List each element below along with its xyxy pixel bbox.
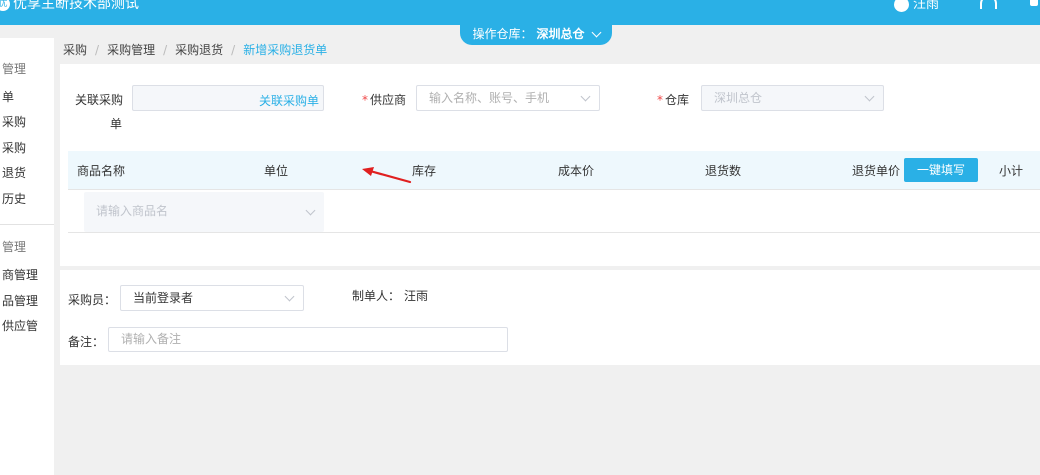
- warehouse-select-value: 深圳总仓: [714, 91, 763, 105]
- red-arrow-icon: [362, 167, 412, 184]
- warehouse-label: * 仓库: [657, 93, 690, 107]
- fill-all-button[interactable]: 一键填写: [904, 158, 978, 182]
- warehouse-selector-value: 深圳总仓: [536, 27, 585, 41]
- footer-panel: 采购员： 当前登录者 制单人： 汪雨 备注： 请输入备注: [60, 270, 1040, 365]
- user-avatar-icon: [894, 0, 909, 12]
- form-panel: 关联采购 单 关联采购单 * 供应商 输入名称、账号、手机 * 仓库 深圳总仓 商品…: [60, 64, 1040, 266]
- supplier-placeholder: 输入名称、账号、手机: [429, 91, 550, 105]
- related-order-field[interactable]: 关联采购单: [132, 85, 324, 111]
- brand-name: 优享主断技术部测试: [13, 0, 139, 12]
- buyer-select[interactable]: 当前登录者: [120, 285, 304, 311]
- sidebar-item[interactable]: 供应管: [2, 317, 38, 334]
- sidebar-item[interactable]: 单: [2, 88, 14, 105]
- note-input[interactable]: 请输入备注: [108, 327, 508, 352]
- warehouse-selector-label: 操作仓库：: [472, 27, 533, 41]
- sidebar-group-label: 管理: [2, 62, 27, 76]
- chevron-down-icon: [305, 205, 316, 216]
- sidebar-item[interactable]: 退货: [2, 164, 26, 181]
- top-bar: 优优享主断技术部测试 汪雨: [0, 0, 1040, 25]
- chevron-down-icon: [284, 291, 295, 302]
- column-header-subtotal: 小计: [999, 164, 1024, 178]
- column-header-cost: 成本价: [558, 164, 595, 178]
- product-placeholder: 请输入商品名: [96, 204, 169, 218]
- chevron-down-icon: [864, 91, 875, 102]
- breadcrumb-item[interactable]: 采购退货: [175, 43, 223, 57]
- user-name: 汪雨: [913, 0, 940, 12]
- breadcrumb-item[interactable]: 采购管理: [107, 43, 155, 57]
- related-order-label: 关联采购: [75, 93, 124, 107]
- creator-value: 汪雨: [404, 289, 429, 303]
- warehouse-select[interactable]: 深圳总仓: [701, 85, 884, 111]
- more-icon[interactable]: [1030, 0, 1038, 6]
- sidebar-divider: [0, 224, 54, 225]
- sidebar-item[interactable]: 历史: [2, 190, 26, 207]
- breadcrumb-current: 新增采购退货单: [243, 43, 328, 57]
- table-row-divider: [68, 232, 1040, 233]
- related-order-link[interactable]: 关联采购单: [259, 92, 319, 109]
- column-header-stock: 库存: [412, 164, 437, 178]
- sidebar-item[interactable]: 品管理: [2, 292, 38, 309]
- supplier-select[interactable]: 输入名称、账号、手机: [416, 85, 600, 111]
- sidebar: 管理 单 采购 采购 退货 历史 管理 商管理 品管理 供应管: [0, 38, 54, 475]
- column-header-unit: 单位: [264, 164, 289, 178]
- note-placeholder: 请输入备注: [121, 332, 182, 346]
- buyer-select-value: 当前登录者: [133, 291, 194, 305]
- sidebar-item[interactable]: 采购: [2, 139, 26, 156]
- chevron-down-icon: [591, 27, 601, 38]
- brand[interactable]: 优优享主断技术部测试: [0, 0, 139, 13]
- supplier-label: * 供应商: [362, 93, 407, 107]
- related-order-label-wrap: 单: [110, 117, 123, 131]
- sidebar-group-label: 管理: [2, 240, 27, 254]
- chevron-down-icon: [580, 91, 591, 102]
- column-header-return-qty: 退货数: [705, 164, 742, 178]
- headset-icon[interactable]: [980, 0, 997, 9]
- breadcrumb: 采购 / 采购管理 / 采购退货 / 新增采购退货单: [63, 43, 328, 57]
- creator-label: 制单人：: [352, 289, 401, 303]
- user-menu[interactable]: 汪雨: [894, 0, 939, 12]
- warehouse-selector[interactable]: 操作仓库： 深圳总仓: [460, 25, 612, 45]
- column-header-name: 商品名称: [77, 164, 126, 178]
- note-label: 备注：: [68, 335, 105, 349]
- breadcrumb-item[interactable]: 采购: [63, 43, 87, 57]
- table-header: 商品名称 单位 库存 成本价 退货数 退货单价 一键填写 小计: [68, 151, 1040, 190]
- product-select[interactable]: 请输入商品名: [84, 192, 324, 232]
- sidebar-item[interactable]: 商管理: [2, 266, 38, 283]
- buyer-label: 采购员：: [68, 293, 117, 307]
- sidebar-item[interactable]: 采购: [2, 113, 26, 130]
- brand-logo-icon: 优: [0, 0, 10, 11]
- column-header-return-price: 退货单价: [852, 164, 901, 178]
